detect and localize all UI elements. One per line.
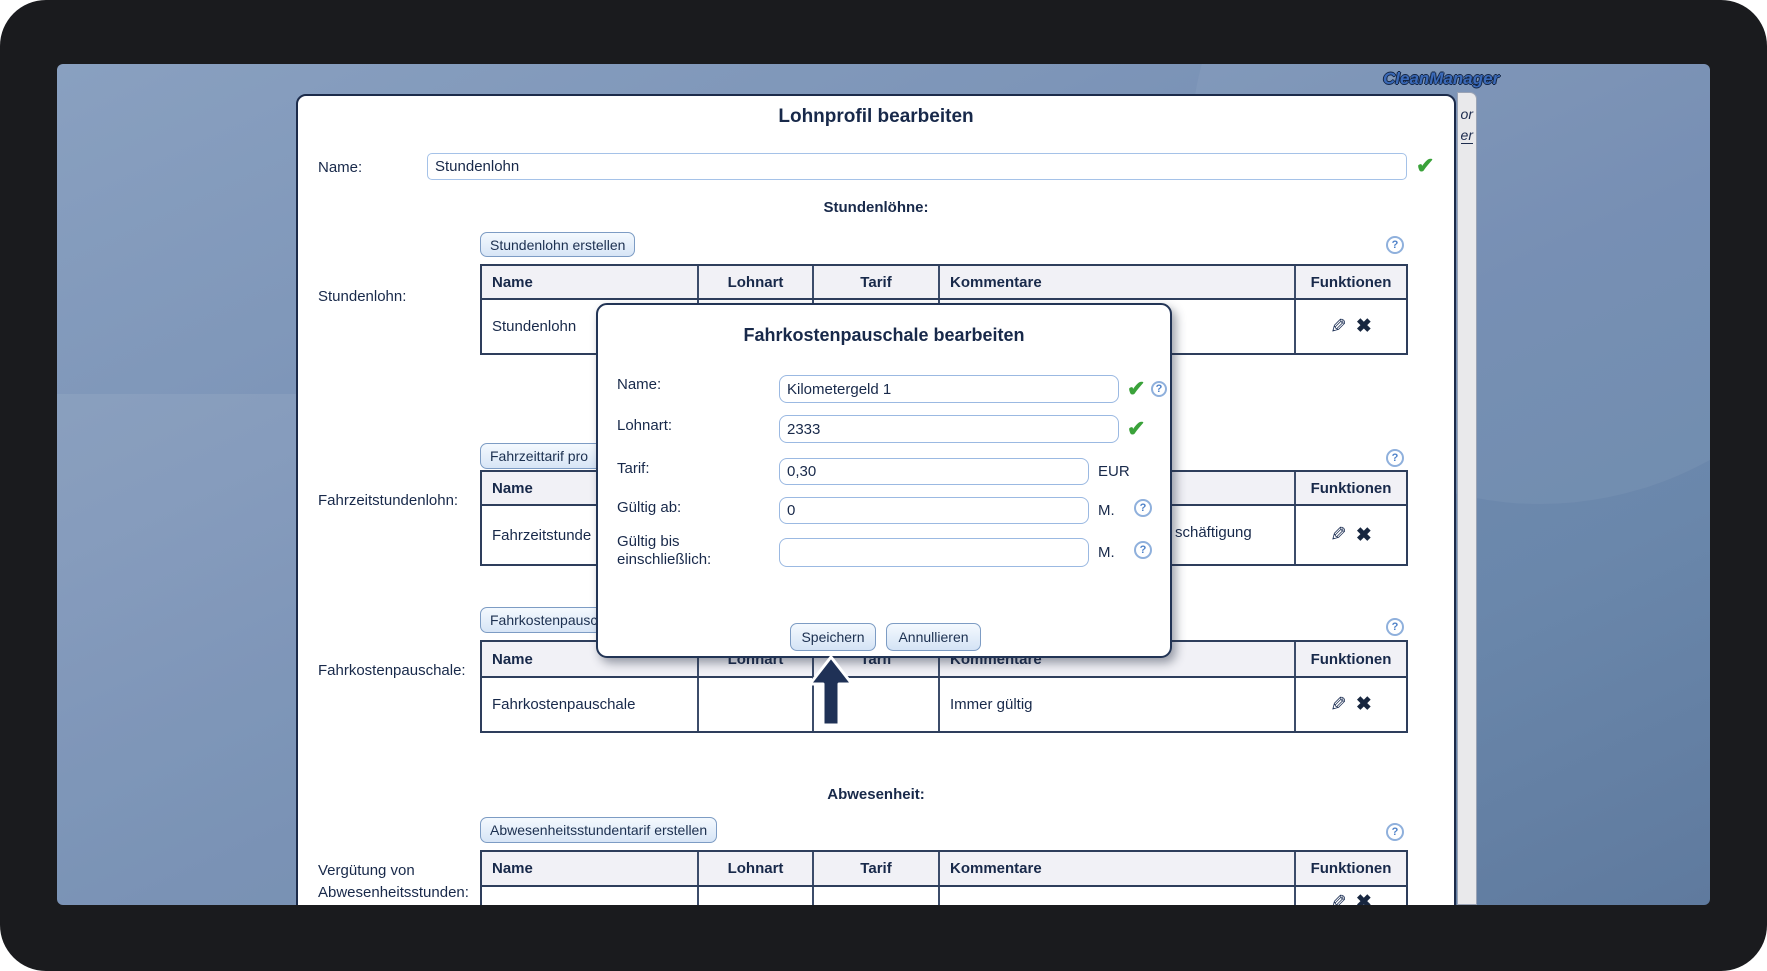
dialog-gueltig-bis-label-line2: einschließlich:	[617, 551, 712, 568]
cell-kommentare	[940, 887, 1296, 905]
name-field-label: Name:	[318, 159, 363, 176]
profile-name-input[interactable]	[427, 153, 1407, 180]
cursor-arrow-icon	[808, 655, 854, 732]
section-heading-stundenloehne: Stundenlöhne:	[823, 199, 929, 216]
comment-text-fragment: schäftigung	[1175, 524, 1252, 541]
dialog-lohnart-label: Lohnart:	[617, 417, 673, 434]
help-icon-fahrzeit[interactable]: ?	[1386, 449, 1404, 467]
cell-name: Fahrkostenpauschale	[482, 678, 699, 731]
column-header-funktionen: Funktionen	[1310, 650, 1392, 668]
help-icon-gueltig-ab[interactable]: ?	[1134, 499, 1152, 517]
create-abwesenheitstarif-button[interactable]: Abwesenheitsstundentarif erstellen	[480, 817, 718, 843]
dialog-tarif-input[interactable]	[779, 458, 1089, 485]
month-unit-label: M.	[1098, 502, 1115, 519]
edit-icon[interactable]: ✎	[1330, 524, 1347, 546]
cell-funktionen: ✎ ✖	[1296, 678, 1406, 731]
row-label-fahrkostenpauschale: Fahrkostenpauschale:	[318, 662, 466, 679]
currency-unit-label: EUR	[1098, 463, 1130, 480]
cell-kommentare: Immer gültig	[940, 678, 1296, 731]
browser-viewport: CleanManager or er Lohnprofil bearbeiten…	[57, 64, 1710, 905]
delete-icon[interactable]: ✖	[1356, 695, 1372, 714]
dialog-title: Fahrkostenpauschale bearbeiten	[743, 325, 1025, 345]
edit-icon[interactable]: ✎	[1330, 316, 1347, 338]
delete-icon[interactable]: ✖	[1356, 317, 1372, 336]
column-header-kommentare: Kommentare	[940, 266, 1296, 298]
create-stundenlohn-button[interactable]: Stundenlohn erstellen	[480, 232, 636, 257]
delete-icon[interactable]: ✖	[1356, 893, 1372, 905]
cell-funktionen: ✎ ✖	[1296, 300, 1406, 353]
abwesenheit-table: Name Lohnart Tarif Kommentare Funktionen…	[480, 850, 1408, 905]
cancel-button[interactable]: Annullieren	[886, 623, 981, 651]
edit-icon[interactable]: ✎	[1330, 892, 1347, 905]
dialog-gueltig-bis-input[interactable]	[779, 538, 1089, 567]
cleanmanager-logo: CleanManager	[1383, 69, 1500, 88]
save-button[interactable]: Speichern	[790, 623, 876, 651]
table-row: Fahrkostenpauschale Immer gültig ✎ ✖	[482, 678, 1406, 731]
table-header-row: Name Lohnart Tarif Kommentare Funktionen	[482, 852, 1406, 887]
valid-check-icon: ✔	[1416, 153, 1435, 178]
column-header-name: Name	[482, 266, 699, 298]
table-row: ✎ ✖	[482, 887, 1406, 905]
help-icon-gueltig-bis[interactable]: ?	[1134, 541, 1152, 559]
row-label-fahrzeitstundenlohn: Fahrzeitstundenlohn:	[318, 492, 459, 509]
cell-tarif	[814, 887, 940, 905]
column-header-funktionen: Funktionen	[1310, 479, 1392, 497]
cell-funktionen: ✎ ✖	[1296, 887, 1406, 905]
row-label-verguetung-line2: Abwesenheitsstunden:	[318, 884, 469, 901]
valid-check-icon: ✔	[1127, 376, 1146, 401]
valid-check-icon: ✔	[1127, 416, 1146, 441]
column-header-tarif: Tarif	[814, 852, 940, 885]
cell-name	[482, 887, 699, 905]
dialog-gueltig-ab-input[interactable]	[779, 497, 1089, 524]
help-icon-stundenlohn[interactable]: ?	[1386, 236, 1404, 254]
cell-lohnart	[699, 887, 814, 905]
dialog-gueltig-ab-label: Gültig ab:	[617, 499, 682, 516]
column-header-funktionen: Funktionen	[1310, 860, 1392, 877]
dialog-name-label: Name:	[617, 376, 662, 393]
column-header-lohnart: Lohnart	[699, 266, 814, 298]
dialog-gueltig-bis-label-line1: Gültig bis	[617, 533, 680, 550]
dialog-tarif-label: Tarif:	[617, 460, 650, 477]
column-header-funktionen: Funktionen	[1310, 273, 1392, 291]
section-heading-abwesenheit: Abwesenheit:	[827, 786, 925, 803]
help-icon-fahrkosten[interactable]: ?	[1386, 618, 1404, 636]
dialog-lohnart-input[interactable]	[779, 415, 1119, 443]
fahrkostenpauschale-edit-dialog: Fahrkostenpauschale bearbeiten Name: ✔ ?…	[596, 303, 1172, 658]
cell-lohnart	[699, 678, 814, 731]
device-frame: CleanManager or er Lohnprofil bearbeiten…	[0, 0, 1767, 971]
side-link-fragment-2[interactable]: er	[1460, 127, 1473, 144]
delete-icon[interactable]: ✖	[1356, 526, 1372, 545]
dialog-name-input[interactable]	[779, 375, 1119, 403]
side-link-fragment-1[interactable]: or	[1461, 106, 1473, 122]
row-label-stundenlohn: Stundenlohn:	[318, 288, 407, 305]
column-header-kommentare: Kommentare	[940, 852, 1296, 885]
month-unit-label: M.	[1098, 544, 1115, 561]
help-icon-dialog-name[interactable]: ?	[1151, 381, 1167, 397]
table-header-row: Name Lohnart Tarif Kommentare Funktionen	[482, 266, 1406, 300]
background-side-panel: or er	[1457, 92, 1477, 905]
row-label-verguetung-line1: Vergütung von	[318, 862, 415, 879]
cell-funktionen: ✎ ✖	[1296, 506, 1406, 564]
lohnprofil-form-panel: Lohnprofil bearbeiten Name: ✔ Stundenlöh…	[296, 94, 1456, 905]
help-icon-abwesenheit[interactable]: ?	[1386, 823, 1404, 841]
page-title: Lohnprofil bearbeiten	[778, 106, 974, 127]
column-header-lohnart: Lohnart	[699, 852, 814, 885]
edit-icon[interactable]: ✎	[1330, 694, 1347, 716]
column-header-name: Name	[482, 852, 699, 885]
column-header-tarif: Tarif	[814, 266, 940, 298]
